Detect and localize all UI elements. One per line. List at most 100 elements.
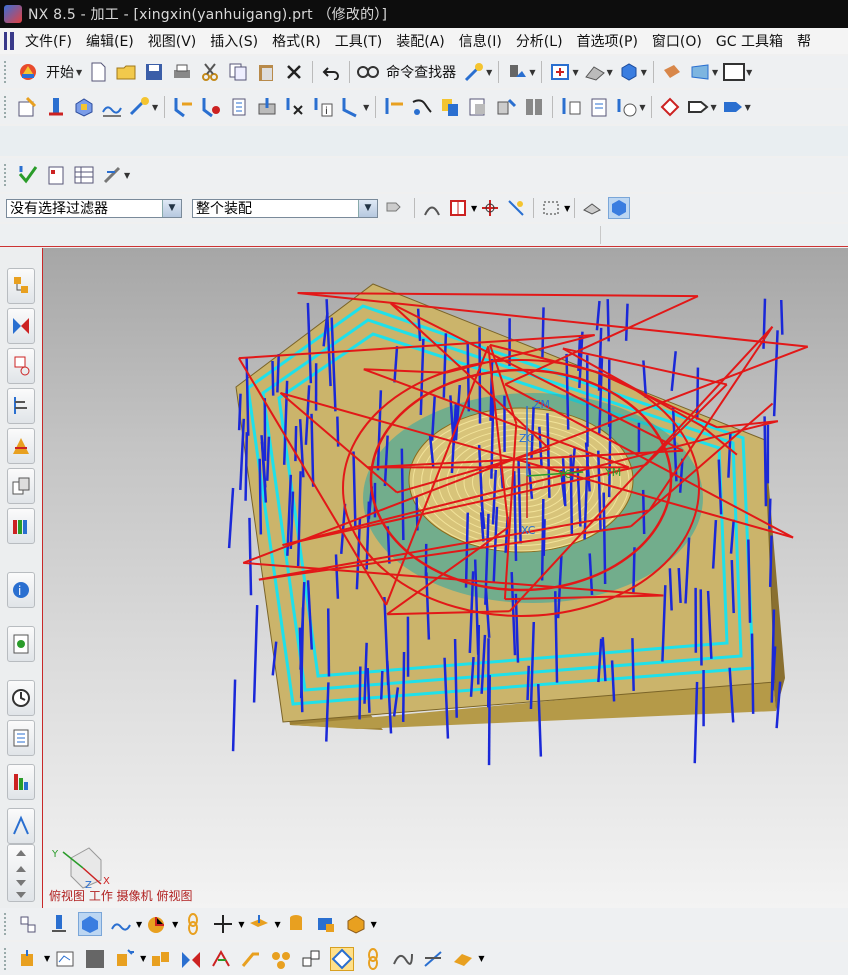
- history-icon[interactable]: [7, 626, 35, 662]
- shop-docs-icon[interactable]: [560, 96, 582, 118]
- sketch-icon[interactable]: [54, 948, 76, 970]
- nx-app-icon[interactable]: [4, 5, 22, 23]
- constraint-navigator-icon[interactable]: [7, 308, 35, 344]
- operation-navigator-icon[interactable]: [7, 388, 35, 424]
- open-folder-icon[interactable]: [115, 61, 137, 83]
- feature-process-icon[interactable]: [722, 96, 744, 118]
- menu-view[interactable]: 视图(V): [141, 31, 204, 51]
- snap-active-icon[interactable]: [330, 946, 355, 971]
- verify-toolpath-icon[interactable]: [256, 96, 278, 118]
- chevron-down-icon[interactable]: ▼: [162, 199, 181, 217]
- output-cls-icon[interactable]: [588, 96, 610, 118]
- wcs-icon[interactable]: [146, 913, 168, 935]
- menu-insert[interactable]: 插入(S): [203, 31, 265, 51]
- list-toolpath-icon[interactable]: [228, 96, 250, 118]
- paste-icon[interactable]: [255, 61, 277, 83]
- undo-icon[interactable]: [320, 61, 342, 83]
- feature-curve-icon[interactable]: [422, 198, 442, 218]
- fit-view-icon[interactable]: [549, 61, 571, 83]
- background-icon[interactable]: [723, 61, 746, 83]
- start-button[interactable]: 开始: [46, 62, 74, 82]
- point-constructor-icon[interactable]: [212, 913, 234, 935]
- cylinder-icon[interactable]: [285, 913, 307, 935]
- shaded-view-icon[interactable]: [608, 197, 631, 219]
- pattern-icon[interactable]: [150, 948, 172, 970]
- surface-icon[interactable]: [452, 948, 474, 970]
- postprocess-icon[interactable]: [340, 96, 362, 118]
- selection-icon[interactable]: [463, 61, 485, 83]
- menu-help[interactable]: 帮: [790, 31, 818, 51]
- menu-edit[interactable]: 编辑(E): [79, 31, 141, 51]
- machine-tool-view-icon[interactable]: [48, 913, 70, 935]
- hole-icon[interactable]: [114, 948, 136, 970]
- roles-icon[interactable]: [7, 680, 35, 716]
- extrude-icon[interactable]: [18, 948, 40, 970]
- menu-grip-icon[interactable]: [4, 32, 14, 50]
- general-select-icon[interactable]: [384, 198, 404, 218]
- menu-window[interactable]: 窗口(O): [645, 31, 709, 51]
- menu-tools[interactable]: 工具(T): [328, 31, 389, 51]
- reuse-library-icon[interactable]: [7, 468, 35, 504]
- system-materials-icon[interactable]: [7, 720, 35, 756]
- display-object-icon[interactable]: [523, 96, 545, 118]
- link-icon[interactable]: [362, 947, 384, 970]
- delete-toolpath-icon[interactable]: [284, 96, 306, 118]
- edit-object-icon[interactable]: [383, 96, 405, 118]
- curve-icon[interactable]: [422, 948, 444, 970]
- spline-icon[interactable]: [392, 948, 414, 970]
- web-browser-icon[interactable]: i: [7, 572, 35, 608]
- trim-icon[interactable]: [210, 948, 232, 970]
- cut-icon[interactable]: [199, 61, 221, 83]
- geometry-view-icon[interactable]: [78, 912, 102, 936]
- menu-analysis[interactable]: 分析(L): [509, 31, 570, 51]
- tool-list-icon[interactable]: [45, 164, 67, 186]
- start-icon[interactable]: [17, 61, 39, 83]
- view-orient-icon[interactable]: [584, 61, 606, 83]
- menu-assemblies[interactable]: 装配(A): [389, 31, 452, 51]
- scope-dropdown[interactable]: 整个装配 ▼: [192, 198, 378, 218]
- rectangle-select-icon[interactable]: [541, 198, 561, 218]
- feature-icon[interactable]: [659, 96, 681, 118]
- method-view-icon[interactable]: [110, 913, 132, 935]
- create-tool-icon[interactable]: [45, 96, 67, 118]
- selection-filter-dropdown[interactable]: 没有选择过滤器 ▼: [6, 198, 182, 218]
- create-program-icon[interactable]: [17, 96, 39, 118]
- point-snap-icon[interactable]: [480, 198, 500, 218]
- copy-object-icon[interactable]: [439, 96, 461, 118]
- create-geometry-icon[interactable]: [73, 96, 95, 118]
- delete-icon[interactable]: [283, 61, 305, 83]
- snap-point-icon[interactable]: [506, 61, 528, 83]
- chevron-down-icon[interactable]: ▼: [358, 199, 377, 217]
- offset-icon[interactable]: [240, 948, 262, 970]
- combine-icon[interactable]: [270, 948, 292, 970]
- chain-icon[interactable]: [182, 913, 204, 935]
- menu-format[interactable]: 格式(R): [265, 31, 328, 51]
- check-tool-icon[interactable]: [17, 164, 39, 186]
- roles-navigator-icon[interactable]: [7, 808, 35, 844]
- snap-grid-icon[interactable]: [448, 198, 468, 218]
- create-operation-icon[interactable]: [129, 96, 151, 118]
- toolbar-handle[interactable]: [4, 164, 10, 186]
- box-icon[interactable]: [345, 913, 367, 935]
- scroll-arrows[interactable]: [7, 844, 35, 902]
- palette-icon[interactable]: [7, 508, 35, 544]
- command-finder-button[interactable]: 命令查找器: [386, 62, 456, 82]
- graphics-window[interactable]: ZM ZC YC YM XC Y X Z 俯视图 工作 摄像机 俯视图: [43, 248, 848, 908]
- command-finder-icon[interactable]: [357, 61, 380, 83]
- part-navigator-icon[interactable]: [7, 348, 35, 384]
- transform-object-icon[interactable]: [495, 96, 517, 118]
- move-face-icon[interactable]: [300, 948, 322, 970]
- machine-tool-icon[interactable]: [7, 428, 35, 464]
- print-icon[interactable]: [171, 61, 193, 83]
- replay-toolpath-icon[interactable]: [200, 96, 222, 118]
- quick-pick-icon[interactable]: [506, 198, 526, 218]
- layer-icon[interactable]: [661, 61, 683, 83]
- machine-time-icon[interactable]: [616, 96, 638, 118]
- section-view-icon[interactable]: [689, 61, 711, 83]
- save-icon[interactable]: [143, 61, 165, 83]
- menu-information[interactable]: 信息(I): [452, 31, 509, 51]
- menu-file[interactable]: 文件(F): [18, 31, 79, 51]
- toolbar-handle[interactable]: [4, 947, 10, 970]
- parameter-table-icon[interactable]: [73, 164, 95, 186]
- toolpath-info-icon[interactable]: i: [312, 96, 334, 118]
